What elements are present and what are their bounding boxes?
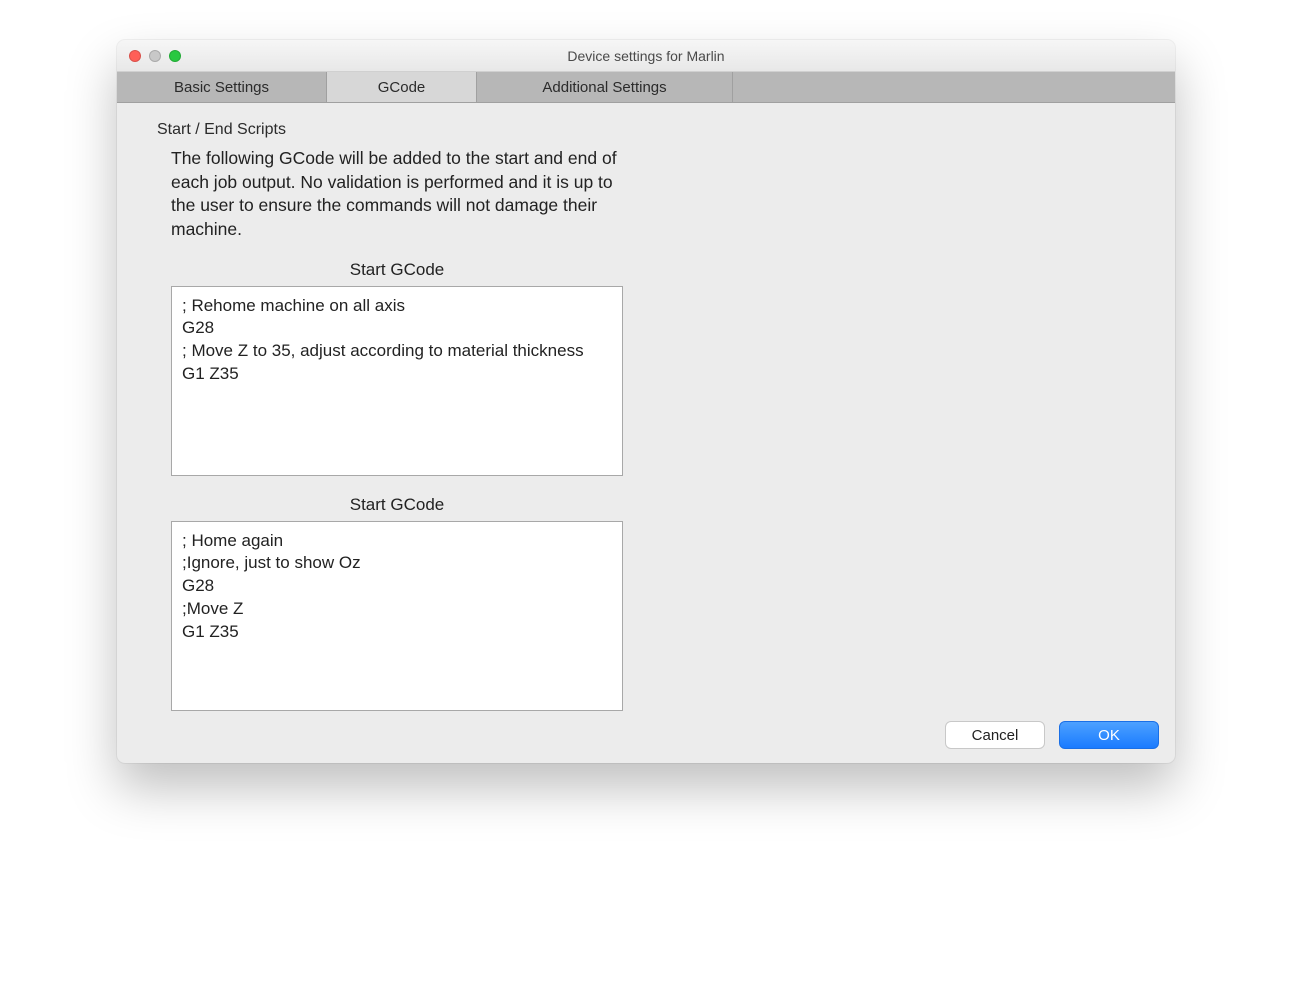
start-gcode-block-2: Start GCode <box>171 495 623 716</box>
start-gcode-label-2: Start GCode <box>171 495 623 515</box>
cancel-button[interactable]: Cancel <box>945 721 1045 749</box>
scripts-section-title: Start / End Scripts <box>157 121 1135 139</box>
tab-spacer <box>733 72 1175 102</box>
settings-window: Device settings for Marlin Basic Setting… <box>117 40 1175 763</box>
minimize-icon <box>149 50 161 62</box>
content-area: Start / End Scripts The following GCode … <box>117 103 1175 763</box>
dialog-buttons: Cancel OK <box>945 721 1159 749</box>
scripts-description: The following GCode will be added to the… <box>171 147 631 242</box>
tab-gcode[interactable]: GCode <box>327 72 477 102</box>
traffic-lights <box>117 50 181 62</box>
start-gcode-label-1: Start GCode <box>171 260 623 280</box>
titlebar: Device settings for Marlin <box>117 40 1175 72</box>
window-title: Device settings for Marlin <box>117 48 1175 64</box>
maximize-icon[interactable] <box>169 50 181 62</box>
start-gcode-block-1: Start GCode <box>171 260 623 481</box>
tab-bar: Basic Settings GCode Additional Settings <box>117 72 1175 103</box>
tab-basic-settings[interactable]: Basic Settings <box>117 72 327 102</box>
start-gcode-textarea-1[interactable] <box>171 286 623 476</box>
tab-additional-settings[interactable]: Additional Settings <box>477 72 733 102</box>
start-gcode-textarea-2[interactable] <box>171 521 623 711</box>
ok-button[interactable]: OK <box>1059 721 1159 749</box>
close-icon[interactable] <box>129 50 141 62</box>
